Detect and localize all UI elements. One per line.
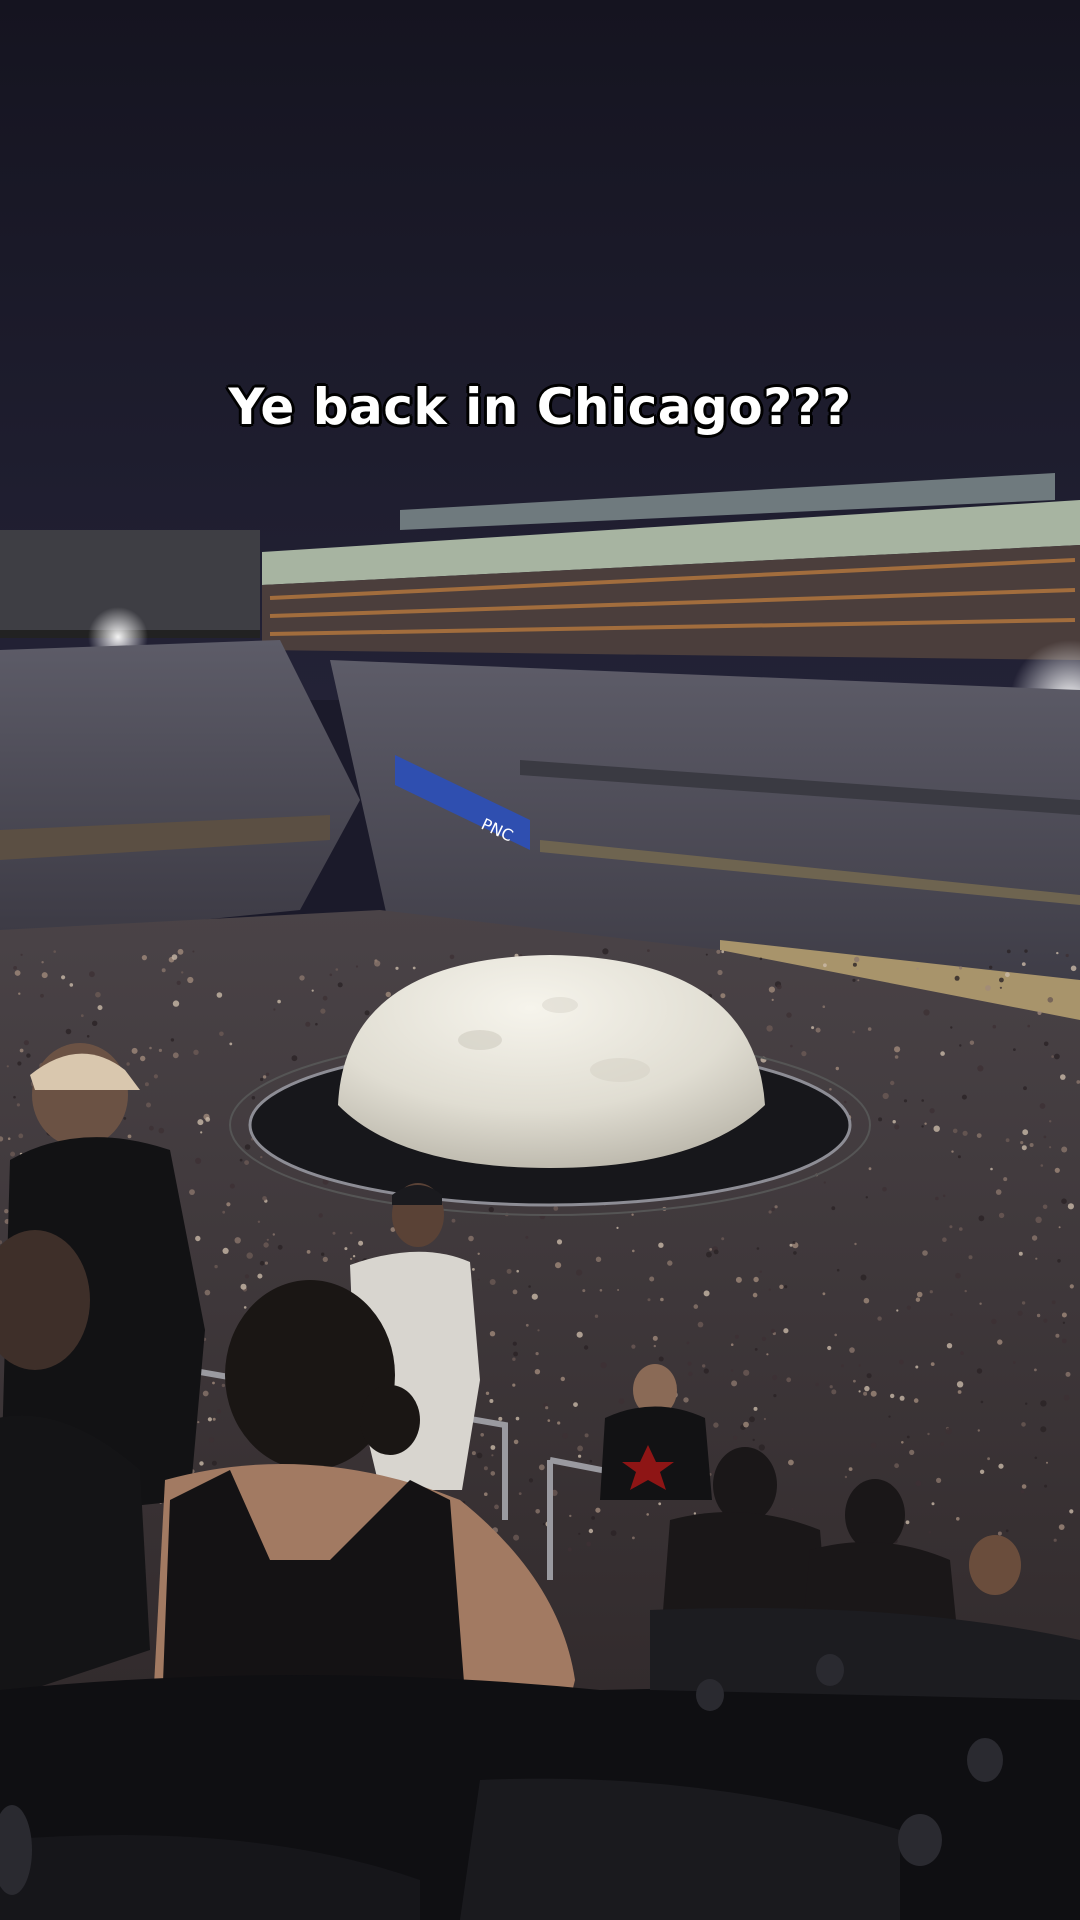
- stadium-photo: PNC: [0, 0, 1080, 1920]
- video-frame: PNC Ye back in Chicago???: [0, 0, 1080, 1920]
- video-caption: Ye back in Chicago???: [228, 378, 852, 436]
